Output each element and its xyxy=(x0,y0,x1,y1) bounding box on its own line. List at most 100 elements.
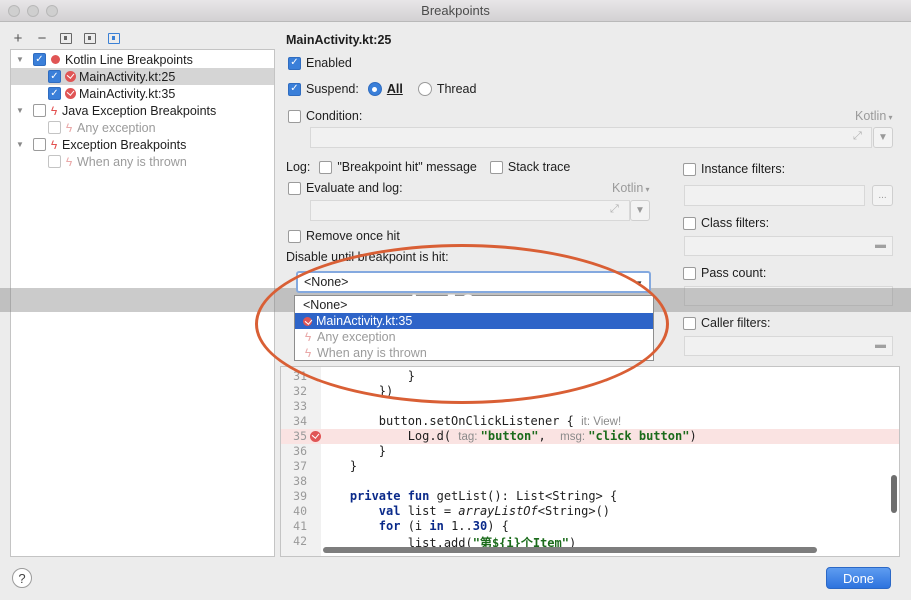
code-token: ) xyxy=(689,429,697,443)
expand-arrow-icon[interactable]: ▼ xyxy=(15,106,25,116)
tree-group-kotlin-line[interactable]: ▼ Kotlin Line Breakpoints xyxy=(11,51,274,68)
code-line[interactable]: 38 xyxy=(281,474,899,489)
expand-icon[interactable]: ⤢ xyxy=(610,203,619,216)
condition-checkbox[interactable] xyxy=(288,109,301,123)
stack-trace-checkbox[interactable] xyxy=(489,160,503,174)
code-line[interactable]: 34 button.setOnClickListener { it: View! xyxy=(281,414,899,429)
folder-icon[interactable]: ▬ xyxy=(875,239,886,251)
help-button[interactable]: ? xyxy=(12,568,32,588)
class-filters-row[interactable]: Class filters: xyxy=(683,216,769,230)
checkbox[interactable] xyxy=(48,155,61,168)
checkbox[interactable] xyxy=(33,138,46,151)
enabled-row[interactable]: Enabled xyxy=(288,56,352,70)
condition-field[interactable] xyxy=(310,127,872,148)
line-number: 40 xyxy=(293,504,307,518)
pass-count-row[interactable]: Pass count: xyxy=(683,266,766,280)
code-token: tag: xyxy=(458,431,481,443)
expand-arrow-icon[interactable]: ▼ xyxy=(15,140,25,150)
suspend-thread-radio[interactable] xyxy=(417,82,432,96)
breakpoints-toolbar: + − xyxy=(10,29,122,47)
evaluate-language-selector[interactable]: Kotlin ▾ xyxy=(612,181,650,195)
caller-filters-checkbox[interactable] xyxy=(683,316,696,330)
kotlin-breakpoint-icon[interactable] xyxy=(310,431,321,442)
code-line[interactable]: 41 for (i in 1..30) { xyxy=(281,519,899,534)
pass-count-checkbox[interactable] xyxy=(683,266,696,280)
vertical-scrollbar[interactable] xyxy=(891,475,897,513)
instance-filters-checkbox[interactable] xyxy=(683,162,696,176)
code-token: 1.. xyxy=(451,519,473,533)
add-breakpoint-button[interactable]: + xyxy=(10,30,26,47)
code-token: in xyxy=(429,519,452,533)
class-filters-field[interactable] xyxy=(684,236,893,256)
tree-group-java-exception[interactable]: ▼ ϟ Java Exception Breakpoints xyxy=(11,102,274,119)
tree-label: Kotlin Line Breakpoints xyxy=(65,52,193,67)
tree-group-exception[interactable]: ▼ ϟ Exception Breakpoints xyxy=(11,136,274,153)
group-by-class-button[interactable] xyxy=(106,30,122,46)
done-button[interactable]: Done xyxy=(826,567,891,589)
window-title: Breakpoints xyxy=(421,3,490,18)
code-text: } xyxy=(321,459,357,473)
group-by-package-button[interactable] xyxy=(58,30,74,46)
log-message-checkbox[interactable] xyxy=(319,160,333,174)
suspend-thread-label[interactable]: Thread xyxy=(437,82,477,96)
expand-arrow-icon[interactable]: ▼ xyxy=(15,55,25,65)
code-token: } xyxy=(321,459,358,473)
line-number: 33 xyxy=(293,399,307,413)
condition-language-selector[interactable]: Kotlin ▾ xyxy=(855,109,893,123)
exception-bolt-icon: ϟ xyxy=(65,120,73,135)
tree-item-mainactivity-25[interactable]: MainActivity.kt:25 xyxy=(11,68,274,85)
code-token: val xyxy=(378,504,408,518)
kotlin-breakpoint-icon xyxy=(65,88,76,99)
class-filters-checkbox[interactable] xyxy=(683,216,696,230)
remove-once-checkbox[interactable] xyxy=(288,229,301,243)
instance-filters-browse-button[interactable]: ... xyxy=(872,185,893,206)
tree-label: MainActivity.kt:25 xyxy=(79,69,176,84)
tree-item-when-any-thrown[interactable]: ϟ When any is thrown xyxy=(11,153,274,170)
remove-once-row[interactable]: Remove once hit xyxy=(288,229,400,243)
suspend-row: Suspend: All Thread xyxy=(288,82,476,96)
suspend-all-radio[interactable] xyxy=(367,82,382,96)
evaluate-history-dropdown[interactable]: ▼ xyxy=(630,200,650,221)
checkbox[interactable] xyxy=(48,70,61,83)
evaluate-log-field[interactable] xyxy=(310,200,630,221)
caller-filters-row[interactable]: Caller filters: xyxy=(683,316,770,330)
code-line[interactable]: 36 } xyxy=(281,444,899,459)
checkbox[interactable] xyxy=(48,121,61,134)
group-by-file-button[interactable] xyxy=(82,30,98,46)
code-line[interactable]: 37 } xyxy=(281,459,899,474)
evaluate-log-checkbox[interactable] xyxy=(288,181,301,195)
code-line[interactable]: 40 val list = arrayListOf<String>() xyxy=(281,504,899,519)
code-line[interactable]: 39 private fun getList(): List<String> { xyxy=(281,489,899,504)
checkbox[interactable] xyxy=(33,104,46,117)
instance-filters-row[interactable]: Instance filters: xyxy=(683,162,785,176)
code-line[interactable]: 33 xyxy=(281,399,899,414)
tree-item-mainactivity-35[interactable]: MainActivity.kt:35 xyxy=(11,85,274,102)
tree-item-any-exception[interactable]: ϟ Any exception xyxy=(11,119,274,136)
code-token: Log.d( xyxy=(321,429,459,443)
suspend-checkbox[interactable] xyxy=(288,82,301,96)
code-token: button.setOnClickListener { xyxy=(321,414,582,428)
remove-breakpoint-button[interactable]: − xyxy=(34,30,50,47)
condition-row[interactable]: Condition: xyxy=(288,109,362,123)
enabled-checkbox[interactable] xyxy=(288,56,301,70)
condition-label: Condition: xyxy=(306,109,363,123)
evaluate-log-label: Evaluate and log: xyxy=(306,181,403,195)
evaluate-log-row[interactable]: Evaluate and log: xyxy=(288,181,403,195)
tree-label: MainActivity.kt:35 xyxy=(79,86,176,101)
horizontal-scrollbar[interactable] xyxy=(323,547,817,553)
caller-filters-field[interactable] xyxy=(684,336,893,356)
checkbox[interactable] xyxy=(33,53,46,66)
code-line[interactable]: 35 Log.d( tag: "button", msg: "click but… xyxy=(281,429,899,444)
condition-history-dropdown[interactable]: ▼ xyxy=(873,127,893,148)
folder-icon[interactable]: ▬ xyxy=(875,339,886,351)
expand-icon[interactable]: ⤢ xyxy=(853,130,862,143)
checkbox[interactable] xyxy=(48,87,61,100)
suspend-all-label[interactable]: All xyxy=(387,82,403,96)
instance-filters-field[interactable] xyxy=(684,185,865,206)
exception-bolt-icon: ϟ xyxy=(50,137,58,152)
code-token: , xyxy=(538,429,561,443)
tree-label: Java Exception Breakpoints xyxy=(62,103,217,118)
line-number: 34 xyxy=(293,414,307,428)
